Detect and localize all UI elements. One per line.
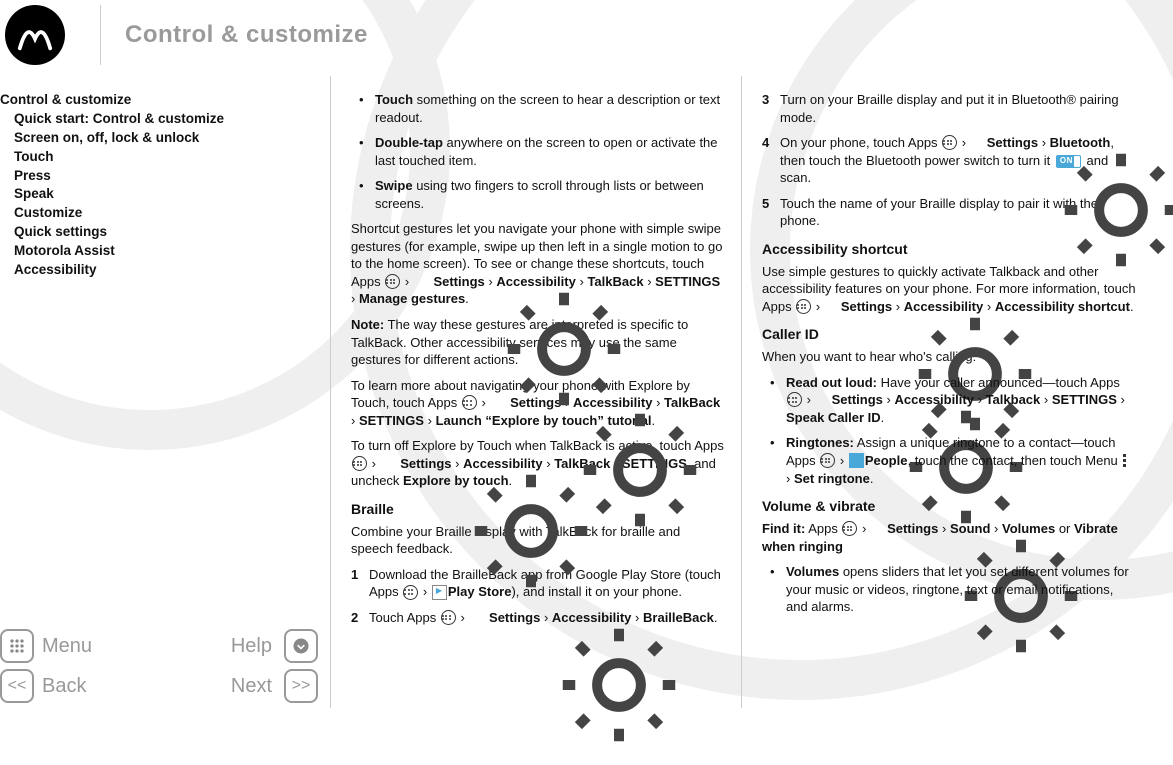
apps-icon [787, 392, 802, 407]
nav-touch[interactable]: Touch [0, 148, 320, 167]
nav-screen[interactable]: Screen on, off, lock & unlock [0, 129, 320, 148]
nav-accessibility[interactable]: Accessibility [0, 261, 320, 280]
gear-icon [825, 299, 840, 314]
gear-icon [871, 521, 886, 536]
nav-quick-settings[interactable]: Quick settings [0, 223, 320, 242]
on-switch-icon: ON [1056, 155, 1081, 168]
sidebar-nav: Control & customize Quick start: Control… [0, 76, 320, 280]
menu-label: Menu [42, 635, 157, 658]
motorola-logo [5, 5, 65, 65]
apps-icon [385, 274, 400, 289]
next-button[interactable]: >> [284, 669, 318, 703]
gear-icon [381, 456, 396, 471]
content-column-1: Touch something on the screen to hear a … [331, 76, 741, 708]
next-label: Next [163, 675, 278, 698]
bullet-read-out-loud: Read out loud: Have your caller announce… [776, 374, 1136, 427]
nav-motorola-assist[interactable]: Motorola Assist [0, 242, 320, 261]
gear-icon [414, 274, 429, 289]
apps-icon [352, 456, 367, 471]
bullet-ringtones: Ringtones: Assign a unique ringtone to a… [776, 434, 1136, 487]
menu-button[interactable] [0, 629, 34, 663]
nav-press[interactable]: Press [0, 167, 320, 186]
apps-icon [942, 135, 957, 150]
bullet-swipe: Swipe using two fingers to scroll throug… [365, 177, 725, 212]
apps-icon [820, 453, 835, 468]
help-button[interactable] [284, 629, 318, 663]
nav-customize[interactable]: Customize [0, 204, 320, 223]
gear-icon [490, 395, 505, 410]
bullet-double-tap: Double-tap anywhere on the screen to ope… [365, 134, 725, 169]
gear-icon [816, 392, 831, 407]
content-column-2: 3Turn on your Braille display and put it… [742, 76, 1152, 708]
back-button[interactable]: << [0, 669, 34, 703]
back-label: Back [42, 675, 157, 698]
page-title: Control & customize [125, 21, 368, 49]
step-3: 3Turn on your Braille display and put it… [762, 91, 1136, 126]
bullet-touch: Touch something on the screen to hear a … [365, 91, 725, 126]
apps-icon [796, 299, 811, 314]
step-2: 2Touch Apps › Settings › Accessibility ›… [351, 609, 725, 627]
gear-icon [971, 135, 986, 150]
step-4: 4On your phone, touch Apps › Settings › … [762, 134, 1136, 187]
nav-control-customize[interactable]: Control & customize [0, 91, 320, 110]
play-store-icon [432, 585, 447, 600]
gear-icon [469, 610, 484, 625]
para-shortcut-gestures: Shortcut gestures let you navigate your … [351, 220, 725, 308]
people-icon [849, 453, 864, 468]
nav-speak[interactable]: Speak [0, 185, 320, 204]
menu-icon [1123, 454, 1126, 467]
bullet-volumes: Volumes opens sliders that let you set d… [776, 563, 1136, 616]
help-label: Help [163, 635, 278, 658]
apps-icon [441, 610, 456, 625]
apps-icon [403, 585, 418, 600]
nav-quick-start[interactable]: Quick start: Control & customize [0, 110, 320, 129]
